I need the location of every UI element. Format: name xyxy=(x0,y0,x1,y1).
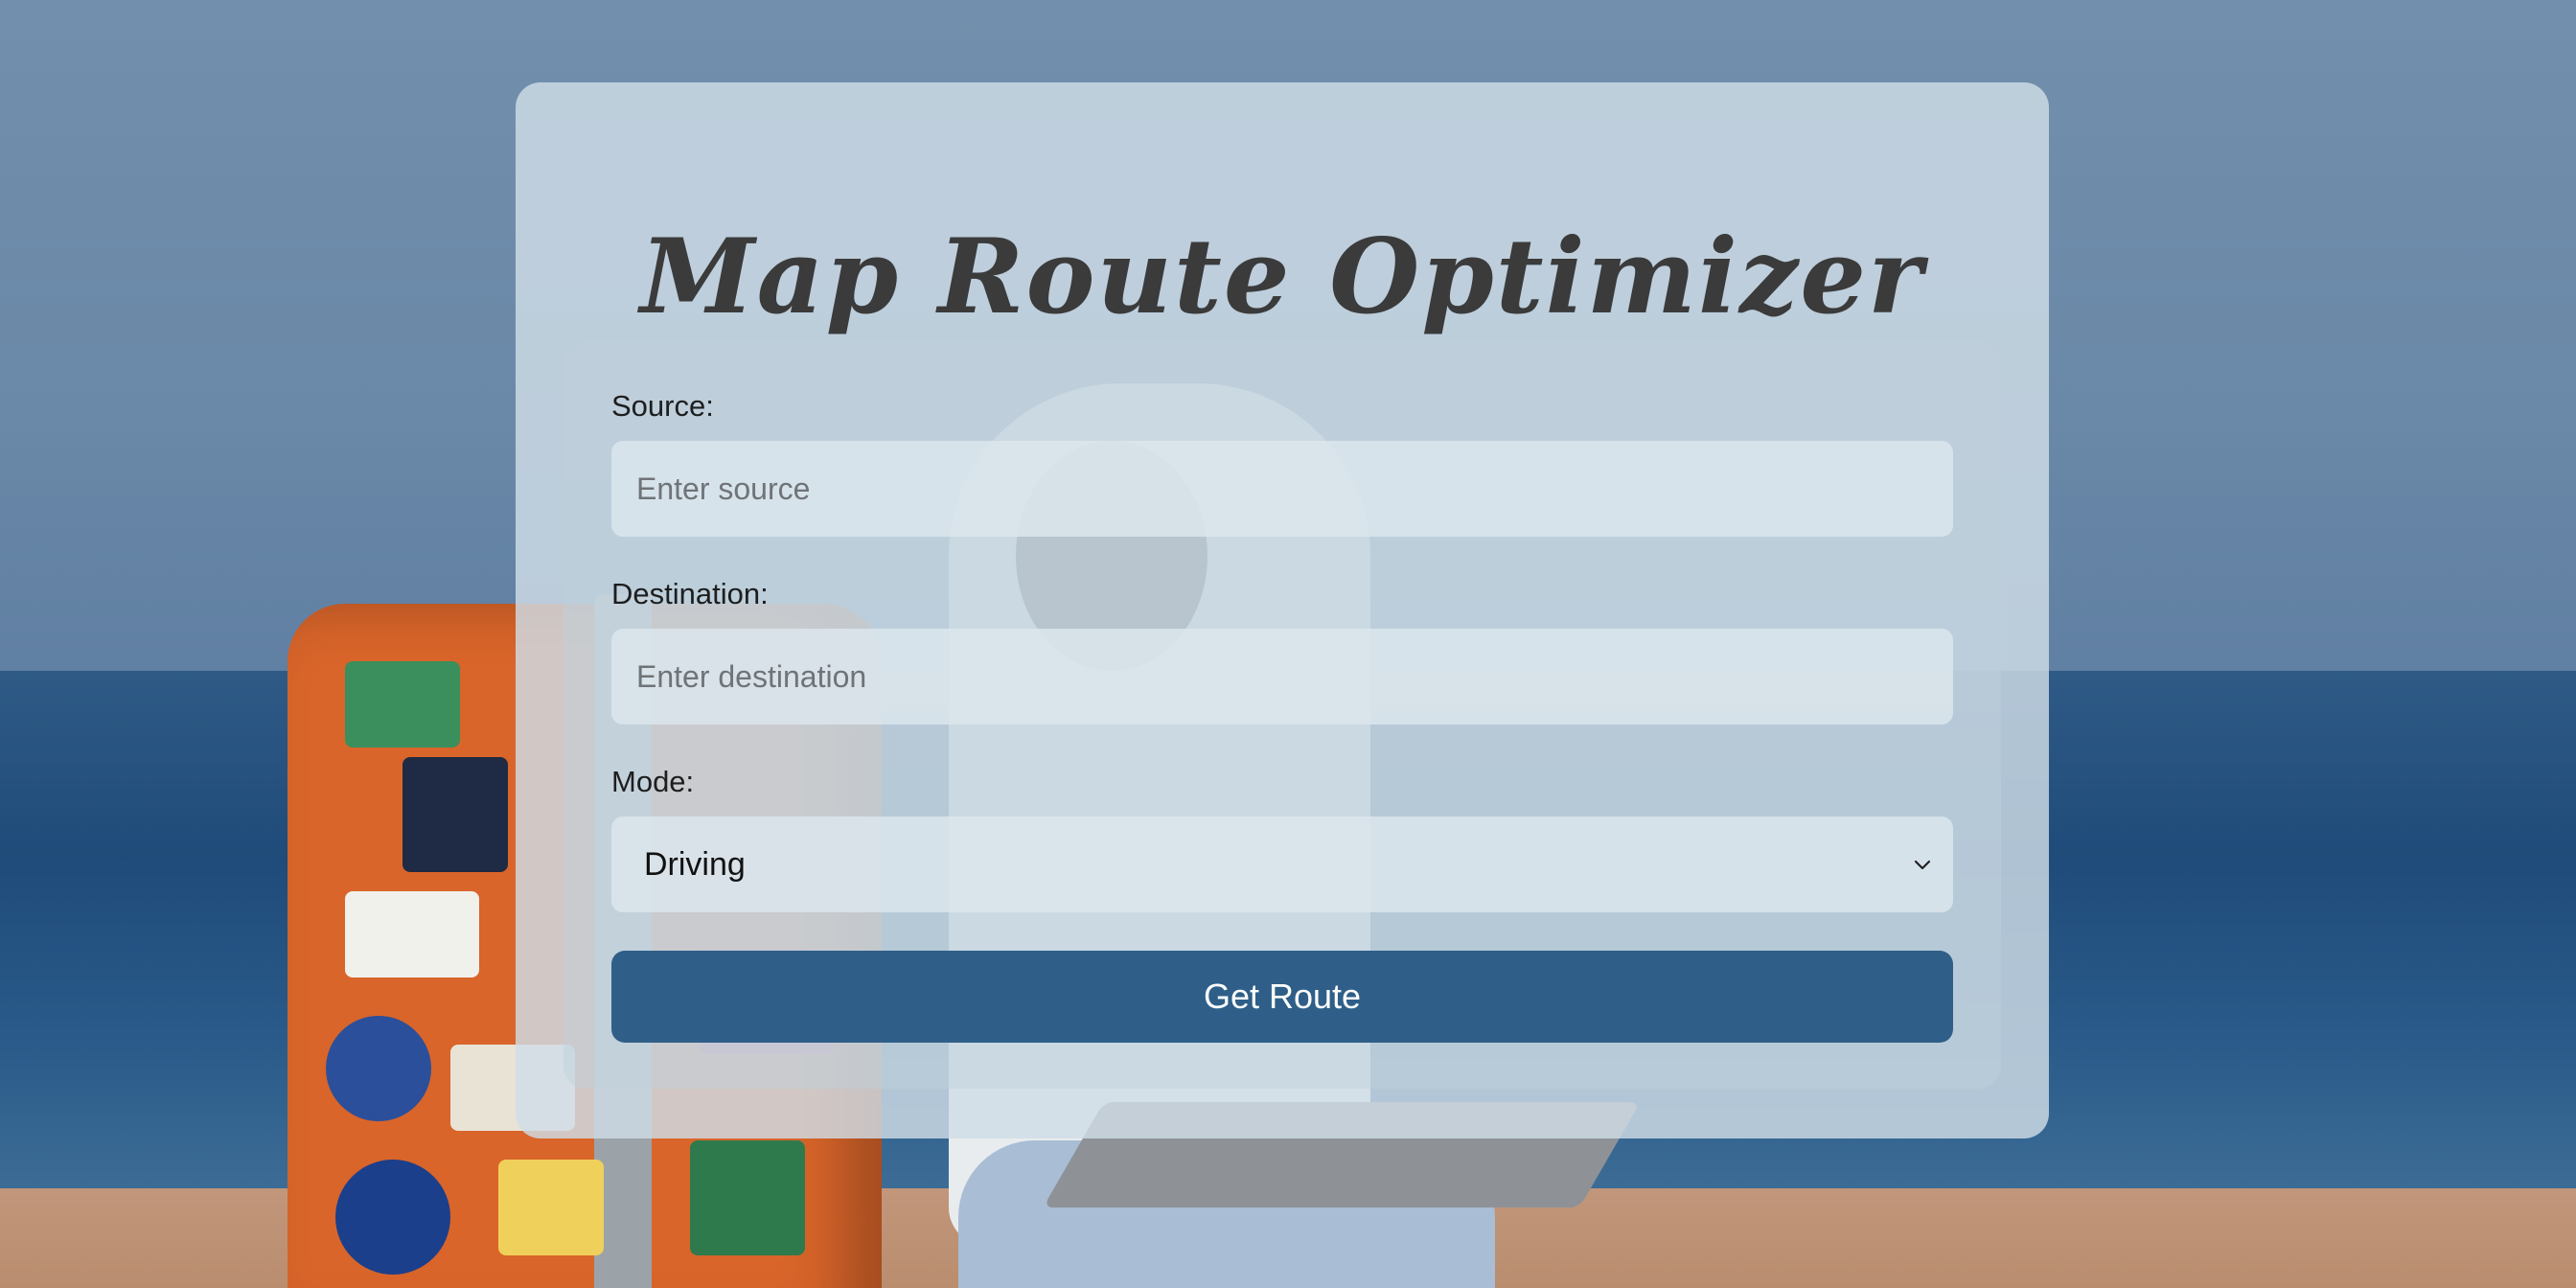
mode-select[interactable]: Driving xyxy=(611,816,1953,912)
mode-select-value: Driving xyxy=(644,845,746,883)
source-label: Source: xyxy=(611,389,714,423)
destination-label: Destination: xyxy=(611,577,769,610)
get-route-button[interactable]: Get Route xyxy=(611,951,1953,1043)
sticker xyxy=(498,1160,604,1255)
sticker xyxy=(690,1140,805,1255)
route-form-card: Map Route Optimizer Source: Destination:… xyxy=(516,82,2049,1138)
chevron-down-icon xyxy=(1914,860,1931,870)
mode-label: Mode: xyxy=(611,765,695,798)
sticker xyxy=(345,891,479,978)
page-title: Map Route Optimizer xyxy=(640,217,1924,337)
sticker xyxy=(345,661,460,748)
sticker xyxy=(335,1160,450,1275)
sticker xyxy=(402,757,508,872)
source-input[interactable] xyxy=(611,441,1953,537)
destination-input[interactable] xyxy=(611,629,1953,724)
sticker xyxy=(326,1016,431,1121)
